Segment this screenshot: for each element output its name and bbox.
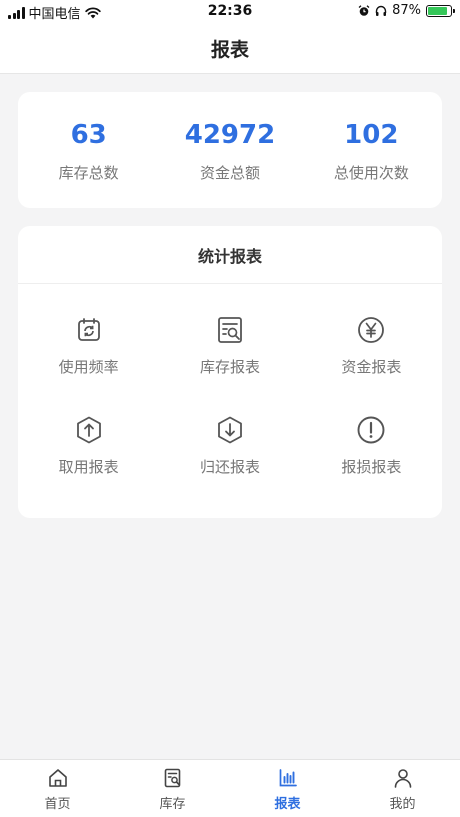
battery-icon	[426, 4, 455, 17]
report-label: 取用报表	[58, 458, 119, 476]
damage-alert-icon	[357, 416, 385, 444]
battery-percent: 87%	[392, 3, 421, 18]
stat-label: 资金总额	[199, 164, 260, 182]
report-label: 报损报表	[341, 458, 402, 476]
reports-title: 统计报表	[18, 226, 442, 284]
inventory-report-icon	[218, 317, 242, 343]
headphones-icon	[375, 5, 387, 16]
stat-label: 总使用次数	[333, 164, 409, 182]
yen-icon	[358, 317, 385, 343]
tab-bar: 首页 库存 报表 我的	[0, 759, 460, 817]
tab-reports[interactable]: 报表	[230, 760, 345, 817]
report-label: 资金报表	[341, 358, 402, 376]
report-usage-frequency[interactable]: 使用频率	[18, 314, 159, 414]
alarm-icon	[358, 4, 370, 16]
stat-value: 42972	[184, 120, 276, 150]
home-icon	[48, 769, 67, 787]
tab-label: 我的	[389, 797, 416, 812]
reports-card: 统计报表 使用频率 库存报表 资金报表 取用报表 归还报表 报损报表	[18, 226, 442, 518]
inventory-icon	[164, 768, 180, 788]
nav-header: 报表	[0, 24, 460, 74]
report-return[interactable]: 归还报表	[159, 414, 300, 514]
take-out-icon	[76, 416, 101, 444]
stat-label: 库存总数	[58, 164, 119, 182]
usage-frequency-icon	[77, 318, 100, 341]
stat-value: 63	[70, 120, 107, 150]
reports-grid: 使用频率 库存报表 资金报表 取用报表 归还报表 报损报表	[18, 284, 442, 514]
report-label: 库存报表	[199, 358, 260, 376]
tab-label: 报表	[274, 797, 301, 812]
status-bar: 中国电信 22:36 87%	[0, 0, 460, 24]
user-icon	[394, 769, 411, 788]
status-bar-right: 87%	[358, 3, 455, 18]
tab-home[interactable]: 首页	[0, 760, 115, 817]
report-label: 归还报表	[199, 458, 260, 476]
report-damage[interactable]: 报损报表	[301, 414, 442, 514]
tab-inventory[interactable]: 库存	[115, 760, 230, 817]
return-icon	[218, 416, 242, 444]
page-title: 报表	[210, 39, 249, 61]
report-take-out[interactable]: 取用报表	[18, 414, 159, 514]
stat-inventory-total: 63 库存总数	[18, 92, 159, 208]
tab-profile[interactable]: 我的	[345, 760, 460, 817]
stat-usage-total: 102 总使用次数	[301, 92, 442, 208]
report-funds[interactable]: 资金报表	[301, 314, 442, 414]
summary-card: 63 库存总数 42972 资金总额 102 总使用次数	[18, 92, 442, 208]
report-inventory[interactable]: 库存报表	[159, 314, 300, 414]
tab-label: 库存	[159, 797, 186, 812]
stat-value: 102	[344, 120, 399, 150]
tab-label: 首页	[44, 797, 71, 812]
report-label: 使用频率	[58, 358, 119, 376]
bar-chart-icon	[279, 769, 297, 787]
stat-funds-total: 42972 资金总额	[159, 92, 300, 208]
